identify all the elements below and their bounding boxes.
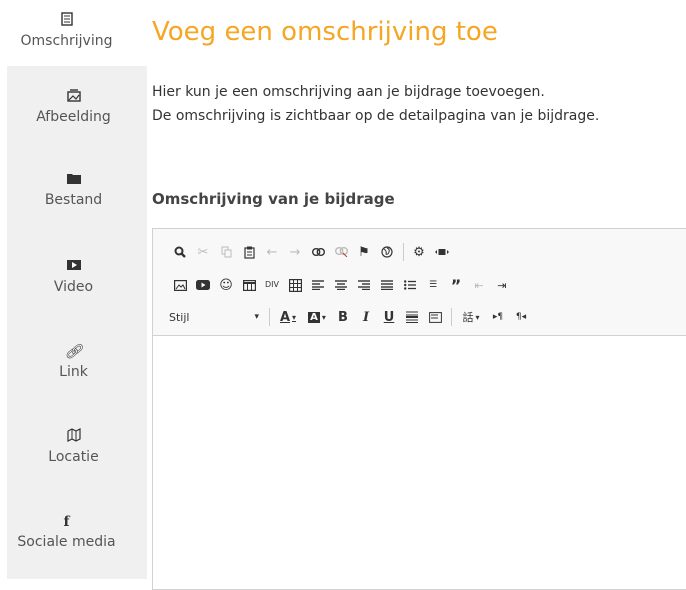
redo-icon[interactable]: →: [284, 241, 306, 263]
intro-line-2: De omschrijving is zichtbaar op de detai…: [152, 108, 600, 124]
video-icon: [0, 258, 147, 276]
toolbar-separator: [269, 308, 270, 326]
sidebar-item-afbeelding[interactable]: Afbeelding: [0, 88, 147, 125]
facebook-icon: f: [63, 514, 70, 530]
bulleted-list-icon[interactable]: [399, 274, 421, 296]
text-color-icon[interactable]: A ▾: [274, 306, 302, 328]
map-icon: [0, 428, 147, 446]
sidebar-item-label: Link: [59, 364, 88, 380]
horizontal-rule-icon[interactable]: [401, 306, 423, 328]
copy-icon[interactable]: [215, 241, 237, 263]
settings-gear-icon[interactable]: ⚙: [408, 241, 430, 263]
paste-icon[interactable]: [238, 241, 260, 263]
toolbar-row-3: Stijl ▾ A ▾ A ▾ B I U 話 ▾ ▸¶ ¶◂: [169, 304, 533, 330]
indent-icon[interactable]: ⇥: [491, 274, 513, 296]
sidebar-item-bestand[interactable]: Bestand: [0, 171, 147, 208]
sidebar-item-link[interactable]: 🔗︎ Link: [0, 343, 147, 380]
toolbar-separator: [403, 243, 404, 261]
underline-icon[interactable]: U: [378, 306, 400, 328]
link-icon: 🔗︎: [64, 344, 83, 360]
bold-icon[interactable]: B: [332, 306, 354, 328]
sidebar: Omschrijving Afbeelding Bestand Video 🔗︎…: [0, 0, 147, 579]
editor-toolbar: ✂ ← → ⚑ ⚙ ☺ DIV ☰ ” ⇤ ⇥ Stijl ▾ A ▾ A ▾ …: [153, 229, 686, 336]
sidebar-item-omschrijving[interactable]: Omschrijving: [0, 12, 140, 49]
link-icon[interactable]: [307, 241, 329, 263]
sidebar-item-label: Afbeelding: [36, 109, 111, 125]
editor-content-area[interactable]: [153, 336, 686, 589]
intro-line-1: Hier kun je een omschrijving aan je bijd…: [152, 84, 545, 100]
align-center-icon[interactable]: [330, 274, 352, 296]
sidebar-background: [7, 66, 147, 579]
undo-icon[interactable]: ←: [261, 241, 283, 263]
align-left-icon[interactable]: [307, 274, 329, 296]
image-icon: [0, 88, 147, 106]
youtube-icon[interactable]: [192, 274, 214, 296]
toolbar-row-2: ☺ DIV ☰ ” ⇤ ⇥: [169, 272, 514, 298]
div-container-icon[interactable]: DIV: [261, 274, 283, 296]
search-icon[interactable]: [169, 241, 191, 263]
rtl-direction-icon[interactable]: ¶◂: [510, 306, 532, 328]
main-content: Voeg een omschrijving toe Hier kun je ee…: [152, 0, 686, 590]
page-title: Voeg een omschrijving toe: [152, 17, 498, 47]
table-icon[interactable]: [238, 274, 260, 296]
iframe-icon[interactable]: [424, 306, 446, 328]
smiley-icon[interactable]: ☺: [215, 274, 237, 296]
image-icon[interactable]: [169, 274, 191, 296]
sidebar-item-sociale-media[interactable]: f Sociale media: [0, 513, 140, 550]
background-color-icon[interactable]: A ▾: [303, 306, 331, 328]
document-icon: [0, 12, 140, 30]
italic-icon[interactable]: I: [355, 306, 377, 328]
toolbar-row-1: ✂ ← → ⚑ ⚙: [169, 239, 454, 265]
sidebar-item-label: Video: [53, 279, 94, 295]
unlink-icon[interactable]: [330, 241, 352, 263]
description-label: Omschrijving van je bijdrage: [152, 190, 395, 208]
sidebar-item-label: Bestand: [44, 192, 103, 208]
sidebar-item-label: Omschrijving: [20, 33, 113, 49]
sidebar-item-video[interactable]: Video: [0, 258, 147, 295]
numbered-list-icon[interactable]: ☰: [422, 274, 444, 296]
sidebar-item-label: Sociale media: [17, 534, 116, 550]
sidebar-item-locatie[interactable]: Locatie: [0, 428, 147, 465]
anchor-flag-icon[interactable]: ⚑: [353, 241, 375, 263]
align-right-icon[interactable]: [353, 274, 375, 296]
folder-icon: [0, 171, 147, 189]
align-justify-icon[interactable]: [376, 274, 398, 296]
blockquote-icon[interactable]: ”: [445, 274, 467, 296]
cut-icon[interactable]: ✂: [192, 241, 214, 263]
grid-icon[interactable]: [284, 274, 306, 296]
sidebar-item-label: Locatie: [48, 449, 99, 465]
globe-icon[interactable]: [376, 241, 398, 263]
maximize-icon[interactable]: [431, 241, 453, 263]
chevron-down-icon: ▾: [254, 312, 259, 322]
style-dropdown[interactable]: Stijl ▾: [169, 306, 265, 328]
ltr-direction-icon[interactable]: ▸¶: [487, 306, 509, 328]
toolbar-separator: [451, 308, 452, 326]
rich-text-editor[interactable]: ✂ ← → ⚑ ⚙ ☺ DIV ☰ ” ⇤ ⇥ Stijl ▾ A ▾ A ▾ …: [152, 228, 686, 590]
language-icon[interactable]: 話 ▾: [456, 306, 486, 328]
intro-text: Hier kun je een omschrijving aan je bijd…: [152, 80, 599, 128]
outdent-icon[interactable]: ⇤: [468, 274, 490, 296]
style-dropdown-value: Stijl: [169, 310, 190, 324]
